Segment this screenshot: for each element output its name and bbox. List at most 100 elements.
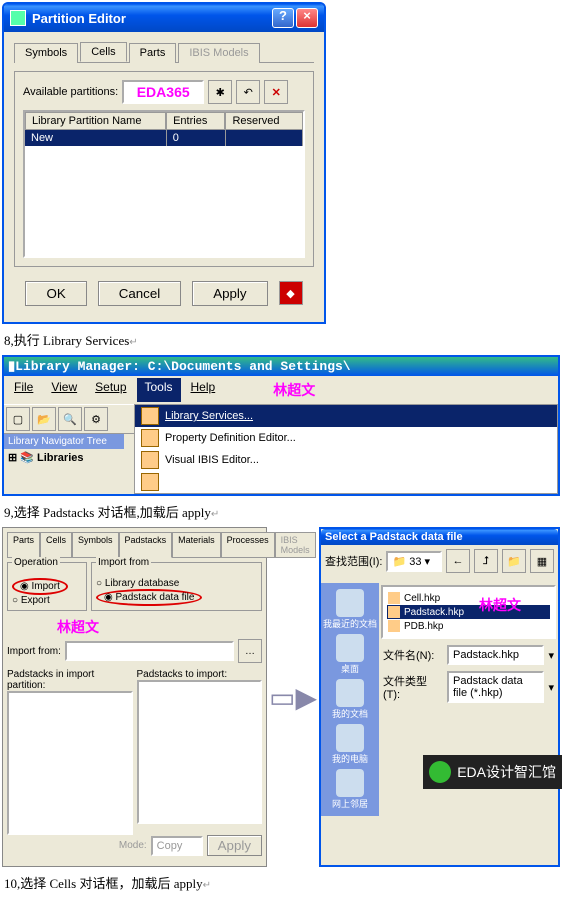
cell-name: New xyxy=(25,130,167,146)
menu-view[interactable]: View xyxy=(43,378,85,402)
filename-input[interactable]: Padstack.hkp xyxy=(447,645,544,665)
import-radio-circle: ◉ Import xyxy=(12,578,68,595)
open-icon[interactable]: 📂 xyxy=(32,407,56,431)
browse-button[interactable]: … xyxy=(238,639,262,663)
titlebar-2[interactable]: ▮Library Manager: C:\Documents and Setti… xyxy=(4,357,558,376)
col-entries[interactable]: Entries xyxy=(166,112,225,130)
tab-ibis[interactable]: IBIS Models xyxy=(178,43,259,63)
footer-banner: EDA设计智汇馆 xyxy=(423,755,562,789)
table-row[interactable]: New 0 xyxy=(25,130,303,146)
delete-button[interactable]: ✕ xyxy=(264,80,288,104)
menu-library-services[interactable]: Library Services... xyxy=(135,405,557,427)
dst-listbox[interactable] xyxy=(137,680,263,824)
ibis-icon xyxy=(141,451,159,469)
dst-list-label: Padstacks to import: xyxy=(137,669,263,680)
file-padstack[interactable]: Padstack.hkp xyxy=(387,605,550,619)
property-icon xyxy=(141,429,159,447)
step-10-caption: 10,选择 Cells 对话框，加载后 apply↵ xyxy=(4,873,558,892)
radio-export[interactable]: Export xyxy=(21,595,50,606)
mode-label: Mode: xyxy=(119,840,147,851)
filetype-combo[interactable]: Padstack data file (*.hkp) xyxy=(447,671,544,703)
filedlg-title: Select a Padstack data file xyxy=(325,531,463,543)
tab-parts[interactable]: Parts xyxy=(129,43,177,63)
tab-symbols[interactable]: Symbols xyxy=(14,43,78,63)
file-icon xyxy=(388,592,400,604)
importfrom-legend: Import from xyxy=(96,557,151,568)
tab-padstacks[interactable]: Padstacks xyxy=(119,532,173,558)
partition-table[interactable]: Library Partition Name Entries Reserved … xyxy=(23,110,305,258)
file-cell[interactable]: Cell.hkp xyxy=(387,591,550,605)
watermark-cn-2: 林超文 xyxy=(57,617,262,637)
new-icon[interactable]: ▢ xyxy=(6,407,30,431)
place-recent[interactable]: 我最近的文档 xyxy=(323,589,377,630)
arrow-icon: ▭▶ xyxy=(269,681,317,714)
place-docs[interactable]: 我的文档 xyxy=(323,679,377,720)
menu-tools[interactable]: Tools xyxy=(137,378,181,402)
radio-data-file[interactable]: Padstack data file xyxy=(116,592,195,603)
tab-cells[interactable]: Cells xyxy=(40,532,72,558)
col-reserved[interactable]: Reserved xyxy=(225,112,303,130)
apply-button-2[interactable]: Apply xyxy=(207,835,262,856)
tab-ibis[interactable]: IBIS Models xyxy=(275,532,316,558)
src-list-label: Padstacks in import partition: xyxy=(7,669,133,691)
menu-ibis-editor[interactable]: Visual IBIS Editor... xyxy=(135,449,557,471)
newfolder-icon[interactable]: 📁 xyxy=(502,549,526,573)
cell-entries: 0 xyxy=(167,130,226,146)
import-from-label: Import from: xyxy=(7,646,61,657)
tab-symbols[interactable]: Symbols xyxy=(72,532,119,558)
nav-libraries[interactable]: ⊞ 📚 Libraries xyxy=(4,449,124,466)
file-radio-circle: ◉ Padstack data file xyxy=(96,589,202,606)
nav-tree-tab[interactable]: Library Navigator Tree xyxy=(4,434,124,449)
help-button[interactable]: ? xyxy=(272,8,294,28)
places-bar: 我最近的文档 桌面 我的文档 我的电脑 网上邻居 xyxy=(321,583,379,816)
col-name[interactable]: Library Partition Name xyxy=(25,112,166,130)
library-manager-window: ▮Library Manager: C:\Documents and Setti… xyxy=(2,355,560,496)
tab-materials[interactable]: Materials xyxy=(172,532,221,558)
ok-button[interactable]: OK xyxy=(25,281,86,306)
radio-import[interactable]: Import xyxy=(32,581,60,592)
radio-lib-db[interactable]: Library database xyxy=(105,578,180,589)
place-computer[interactable]: 我的电脑 xyxy=(323,724,377,765)
operation-legend: Operation xyxy=(12,557,60,568)
help-icon[interactable]: ◆ xyxy=(279,281,303,305)
watermark-cn-1: 林超文 xyxy=(265,378,323,402)
views-icon[interactable]: ▦ xyxy=(530,549,554,573)
menu-property-editor[interactable]: Property Definition Editor... xyxy=(135,427,557,449)
file-icon xyxy=(388,606,400,618)
services-icon[interactable]: ⚙ xyxy=(84,407,108,431)
find-icon[interactable]: 🔍 xyxy=(58,407,82,431)
place-desktop[interactable]: 桌面 xyxy=(323,634,377,675)
menu-setup[interactable]: Setup xyxy=(87,378,134,402)
menu-help[interactable]: Help xyxy=(183,378,224,402)
titlebar[interactable]: Partition Editor ? × xyxy=(4,4,324,32)
import-from-input[interactable] xyxy=(65,641,234,661)
filename-label: 文件名(N): xyxy=(383,647,443,663)
src-listbox[interactable] xyxy=(7,691,133,835)
file-pdb[interactable]: PDB.hkp xyxy=(387,619,550,633)
tab-cells[interactable]: Cells xyxy=(80,42,126,62)
undo-button[interactable]: ↶ xyxy=(236,80,260,104)
look-in-combo[interactable]: 📁 33 ▾ xyxy=(386,551,442,572)
watermark-eda365: EDA365 xyxy=(137,84,190,100)
library-services-dialog: Parts Cells Symbols Padstacks Materials … xyxy=(2,527,267,867)
back-icon[interactable]: ← xyxy=(446,549,470,573)
available-label: Available partitions: xyxy=(23,86,118,98)
app-icon xyxy=(10,10,26,26)
cell-reserved xyxy=(226,130,303,146)
menu-sep xyxy=(135,471,557,493)
tab-parts[interactable]: Parts xyxy=(7,532,40,558)
place-network[interactable]: 网上邻居 xyxy=(323,769,377,810)
new-partition-button[interactable]: ✱ xyxy=(208,80,232,104)
services-icon xyxy=(141,407,159,425)
mode-select[interactable]: Copy xyxy=(151,836,203,856)
window-title: Partition Editor xyxy=(32,11,126,26)
cancel-button[interactable]: Cancel xyxy=(98,281,182,306)
up-icon[interactable]: ⮥ xyxy=(474,549,498,573)
menubar: File View Setup Tools Help 林超文 xyxy=(4,376,558,404)
close-button[interactable]: × xyxy=(296,8,318,28)
file-icon xyxy=(388,620,400,632)
tab-processes[interactable]: Processes xyxy=(221,532,275,558)
file-list[interactable]: Cell.hkp Padstack.hkp PDB.hkp 林超文 xyxy=(381,585,556,639)
apply-button[interactable]: Apply xyxy=(192,281,267,306)
menu-file[interactable]: File xyxy=(6,378,41,402)
